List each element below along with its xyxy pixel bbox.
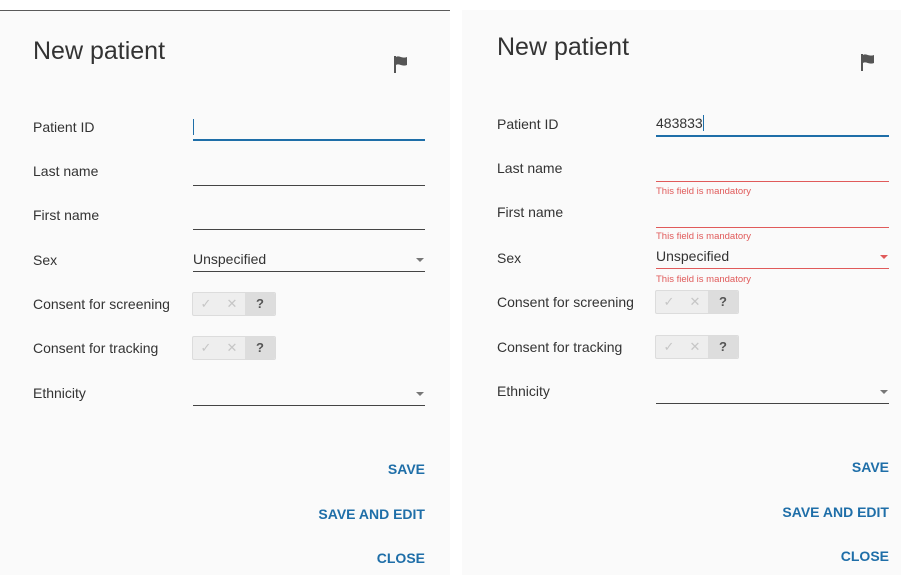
save-and-edit-button[interactable]: SAVE AND EDIT bbox=[318, 506, 425, 522]
chevron-down-icon bbox=[880, 390, 888, 394]
screenshot-stage: New patient Patient ID Last name First n… bbox=[0, 0, 901, 575]
dialog-title: New patient bbox=[497, 33, 630, 61]
consent-screening-toggle: ✓ ✕ ? bbox=[192, 292, 276, 316]
sex-value: Unspecified bbox=[193, 251, 267, 267]
consent-tracking-label: Consent for tracking bbox=[497, 339, 623, 355]
ethnicity-select[interactable] bbox=[193, 381, 425, 406]
chevron-down-icon bbox=[416, 258, 424, 262]
last-name-error: This field is mandatory bbox=[656, 186, 752, 197]
check-icon[interactable]: ✓ bbox=[193, 337, 219, 359]
sex-select[interactable]: Unspecified bbox=[193, 247, 425, 272]
first-name-label: First name bbox=[33, 207, 100, 223]
new-patient-dialog-empty: New patient Patient ID Last name First n… bbox=[0, 10, 450, 575]
patient-id-value bbox=[193, 119, 194, 135]
unknown-option[interactable]: ? bbox=[245, 337, 275, 359]
new-patient-dialog-validation: New patient Patient ID 483833 Last name … bbox=[462, 10, 901, 575]
save-and-edit-button[interactable]: SAVE AND EDIT bbox=[782, 504, 889, 520]
first-name-error: This field is mandatory bbox=[656, 231, 752, 242]
last-name-input[interactable] bbox=[656, 157, 889, 182]
patient-id-input[interactable] bbox=[193, 115, 425, 141]
cross-icon[interactable]: ✕ bbox=[682, 291, 708, 313]
patient-id-label: Patient ID bbox=[497, 116, 559, 132]
text-caret bbox=[193, 119, 194, 135]
cross-icon[interactable]: ✕ bbox=[219, 337, 245, 359]
sex-label: Sex bbox=[497, 250, 522, 266]
consent-tracking-label: Consent for tracking bbox=[33, 340, 159, 356]
patient-id-input[interactable]: 483833 bbox=[656, 111, 889, 137]
unknown-option[interactable]: ? bbox=[708, 291, 738, 313]
consent-screening-label: Consent for screening bbox=[33, 296, 170, 312]
check-icon[interactable]: ✓ bbox=[656, 336, 682, 358]
save-button[interactable]: SAVE bbox=[388, 461, 425, 477]
unknown-option[interactable]: ? bbox=[708, 336, 738, 358]
sex-error: This field is mandatory bbox=[656, 274, 752, 285]
flag-icon[interactable] bbox=[390, 53, 412, 75]
patient-id-value: 483833 bbox=[656, 115, 704, 131]
first-name-label: First name bbox=[497, 204, 564, 220]
consent-tracking-toggle: ✓ ✕ ? bbox=[655, 335, 739, 359]
ethnicity-select[interactable] bbox=[656, 379, 889, 404]
chevron-down-icon bbox=[880, 255, 888, 259]
sex-value: Unspecified bbox=[656, 248, 730, 264]
consent-screening-toggle: ✓ ✕ ? bbox=[655, 290, 739, 314]
last-name-label: Last name bbox=[33, 163, 99, 179]
first-name-input[interactable] bbox=[656, 203, 889, 228]
flag-icon[interactable] bbox=[857, 51, 879, 73]
save-button[interactable]: SAVE bbox=[852, 459, 889, 475]
last-name-label: Last name bbox=[497, 160, 563, 176]
text-caret bbox=[702, 115, 704, 131]
sex-label: Sex bbox=[33, 252, 58, 268]
ethnicity-label: Ethnicity bbox=[33, 385, 86, 401]
dialog-title: New patient bbox=[33, 37, 166, 65]
chevron-down-icon bbox=[416, 392, 424, 396]
unknown-option[interactable]: ? bbox=[245, 293, 275, 315]
consent-tracking-toggle: ✓ ✕ ? bbox=[192, 336, 276, 360]
first-name-input[interactable] bbox=[193, 205, 425, 230]
ethnicity-label: Ethnicity bbox=[497, 383, 550, 399]
check-icon[interactable]: ✓ bbox=[193, 293, 219, 315]
last-name-input[interactable] bbox=[193, 161, 425, 186]
cross-icon[interactable]: ✕ bbox=[682, 336, 708, 358]
consent-screening-label: Consent for screening bbox=[497, 294, 634, 310]
close-button[interactable]: CLOSE bbox=[841, 548, 889, 564]
patient-id-label: Patient ID bbox=[33, 119, 95, 135]
close-button[interactable]: CLOSE bbox=[377, 550, 425, 566]
cross-icon[interactable]: ✕ bbox=[219, 293, 245, 315]
sex-select[interactable]: Unspecified bbox=[656, 244, 889, 269]
check-icon[interactable]: ✓ bbox=[656, 291, 682, 313]
